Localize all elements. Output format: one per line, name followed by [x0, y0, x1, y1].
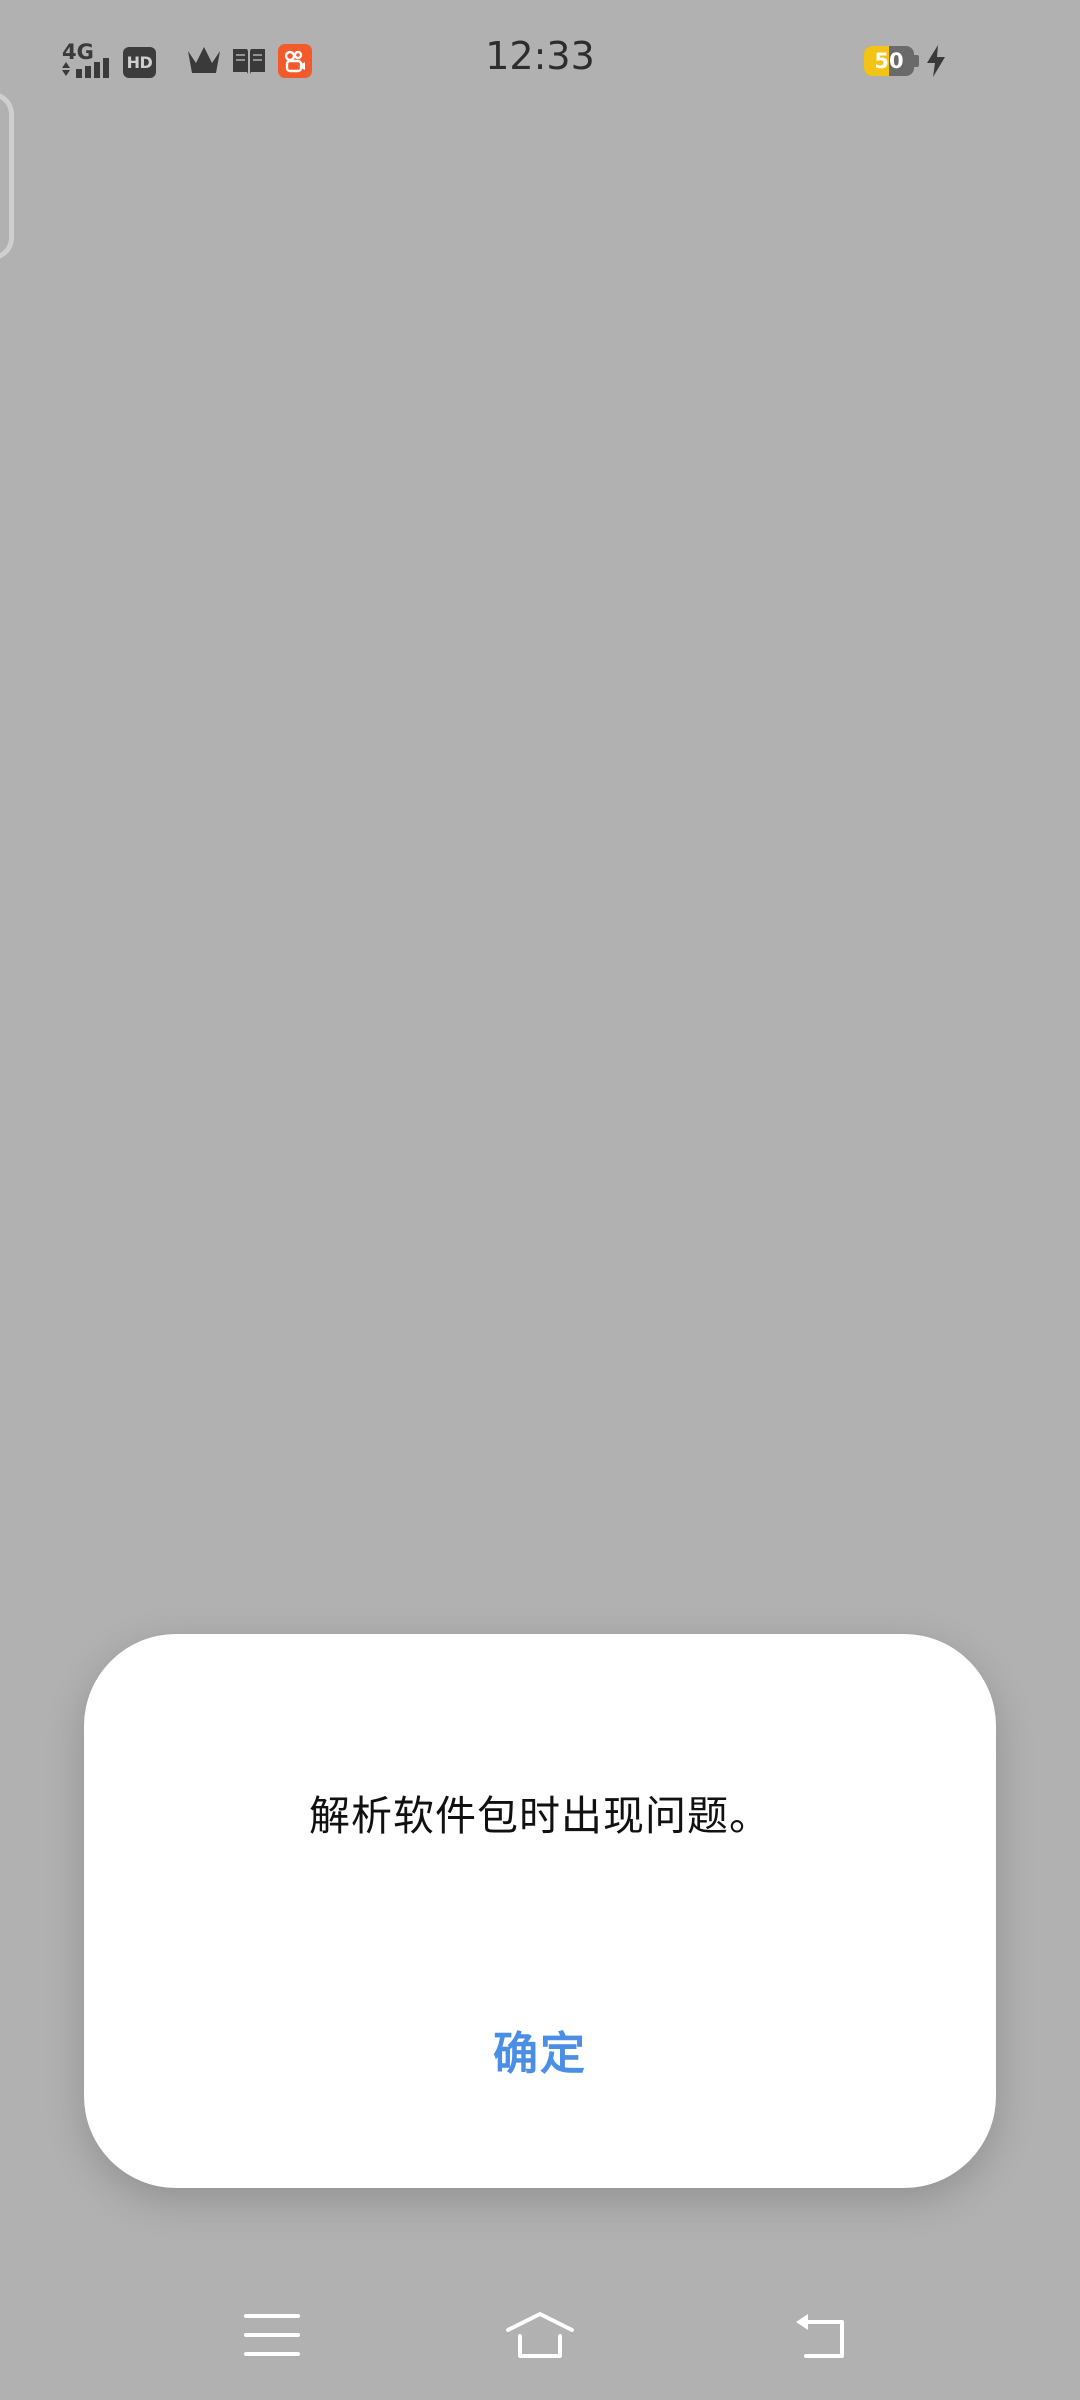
- back-icon[interactable]: [782, 2296, 862, 2376]
- status-bar: 4G HD 12:33 50: [0, 0, 1080, 124]
- battery-cap: [914, 55, 919, 67]
- floating-edge-handle[interactable]: [0, 92, 14, 260]
- charging-bolt-icon: [927, 45, 945, 77]
- alert-dialog: 解析软件包时出现问题。 确定: [84, 1634, 996, 2188]
- battery-level: 50: [874, 49, 904, 73]
- battery-icon: 50: [864, 46, 914, 76]
- home-icon[interactable]: [500, 2296, 580, 2376]
- confirm-button[interactable]: 确定: [390, 2004, 690, 2104]
- menu-icon[interactable]: [232, 2296, 312, 2376]
- dialog-message: 解析软件包时出现问题。: [309, 1792, 771, 1840]
